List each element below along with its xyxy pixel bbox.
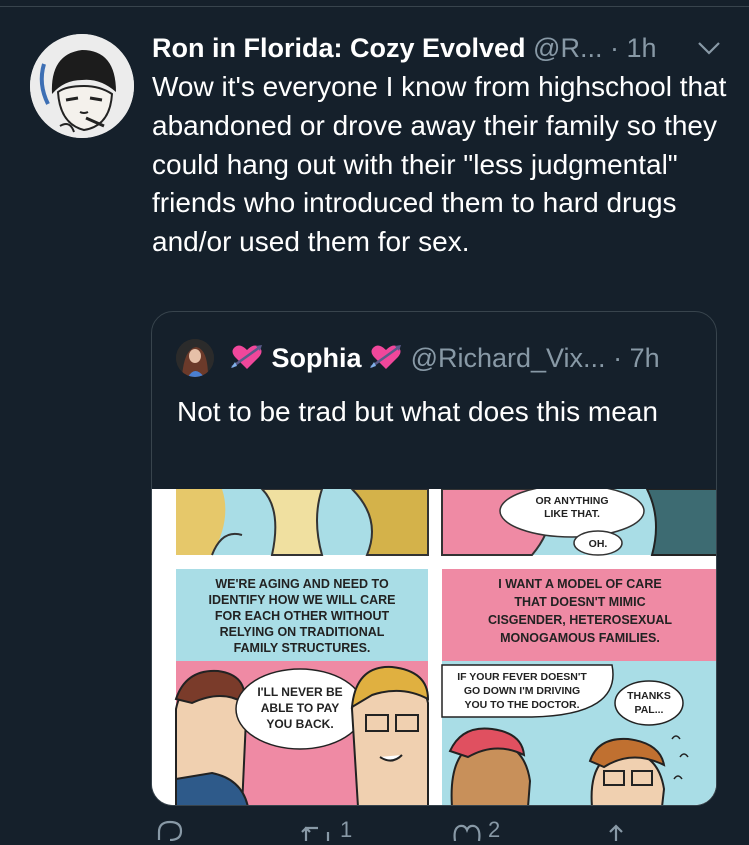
comic-image[interactable]: OR ANYTHING LIKE THAT. OH. WE'RE AGING A… bbox=[152, 489, 716, 805]
quoted-text: Not to be trad but what does this mean bbox=[177, 396, 658, 427]
top-divider bbox=[0, 6, 749, 7]
comic-text: OH. bbox=[589, 538, 608, 550]
comic-caption: IDENTIFY HOW WE WILL CARE bbox=[208, 593, 395, 607]
comic-bubble-text: ABLE TO PAY bbox=[261, 701, 339, 715]
tweet-time[interactable]: 1h bbox=[627, 33, 657, 63]
separator-dot: · bbox=[613, 343, 623, 373]
heart-with-arrow-emoji bbox=[369, 342, 403, 370]
comic-panel-3: WE'RE AGING AND NEED TO IDENTIFY HOW WE … bbox=[174, 569, 430, 805]
tweet-action-bar: 1 2 bbox=[0, 817, 749, 842]
comic-bubble-text: THANKS bbox=[627, 690, 671, 702]
like-count: 2 bbox=[488, 817, 501, 842]
reply-icon[interactable] bbox=[155, 818, 185, 842]
separator-dot: · bbox=[609, 33, 619, 63]
author-name[interactable]: Ron in Florida: Cozy Evolved bbox=[152, 33, 526, 63]
heart-icon[interactable] bbox=[452, 818, 482, 842]
author-handle[interactable]: @R... bbox=[533, 33, 602, 63]
comic-caption: FOR EACH OTHER WITHOUT bbox=[215, 609, 390, 623]
chevron-down-icon[interactable] bbox=[697, 38, 721, 58]
comic-caption: RELYING ON TRADITIONAL bbox=[220, 625, 385, 639]
quoted-header: Sophia @Richard_Vix... · 7h bbox=[230, 338, 710, 378]
comic-bubble-text: YOU BACK. bbox=[266, 717, 333, 731]
comic-panel-1 bbox=[176, 489, 429, 556]
comic-panel-4: I WANT A MODEL OF CARE THAT DOESN'T MIMI… bbox=[441, 569, 716, 805]
quoted-author-handle[interactable]: @Richard_Vix... bbox=[411, 343, 606, 373]
comic-bubble-text: I'LL NEVER BE bbox=[257, 685, 342, 699]
comic-caption: I WANT A MODEL OF CARE bbox=[498, 577, 661, 591]
comic-caption: THAT DOESN'T MIMIC bbox=[514, 595, 645, 609]
retweet-icon[interactable] bbox=[300, 818, 334, 841]
tweet-header: Ron in Florida: Cozy Evolved @R... · 1h bbox=[152, 30, 732, 66]
retweet-count: 1 bbox=[340, 817, 353, 842]
comic-text: LIKE THAT. bbox=[544, 508, 600, 520]
comic-bubble-text: IF YOUR FEVER DOESN'T bbox=[457, 671, 587, 683]
comic-panel-2: OR ANYTHING LIKE THAT. OH. bbox=[441, 489, 716, 556]
quoted-author-name[interactable]: Sophia bbox=[272, 343, 362, 373]
comic-caption: MONOGAMOUS FAMILIES. bbox=[500, 631, 660, 645]
quoted-tweet[interactable]: Sophia @Richard_Vix... · 7h Not to be tr… bbox=[151, 311, 717, 806]
author-avatar[interactable] bbox=[30, 34, 134, 138]
comic-bubble-text: YOU TO THE DOCTOR. bbox=[464, 699, 579, 711]
comic-caption: CISGENDER, HETEROSEXUAL bbox=[488, 613, 672, 627]
comic-text: OR ANYTHING bbox=[535, 495, 608, 507]
comic-caption: FAMILY STRUCTURES. bbox=[234, 641, 371, 655]
heart-with-arrow-emoji bbox=[230, 342, 264, 370]
quoted-author-avatar[interactable] bbox=[176, 339, 214, 377]
quoted-time[interactable]: 7h bbox=[630, 343, 660, 373]
comic-caption: WE'RE AGING AND NEED TO bbox=[215, 577, 389, 591]
share-icon[interactable] bbox=[603, 818, 629, 841]
comic-bubble-text: PAL... bbox=[635, 704, 664, 716]
comic-bubble-text: GO DOWN I'M DRIVING bbox=[464, 685, 580, 697]
tweet-text: Wow it's everyone I know from highschool… bbox=[152, 71, 727, 258]
